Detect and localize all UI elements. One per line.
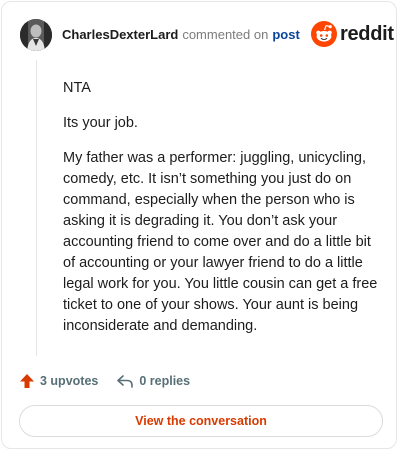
comment-paragraph: NTA — [63, 80, 91, 96]
comment-paragraph: My father was a performer: juggling, uni… — [63, 150, 378, 334]
user-avatar-icon — [20, 19, 52, 51]
upvotes-count: 3 upvotes — [40, 374, 99, 388]
replies-button[interactable]: 0 replies — [116, 373, 190, 389]
username-link[interactable]: CharlesDexterLard — [62, 27, 178, 42]
comment-actions: 3 upvotes 0 replies — [19, 371, 190, 391]
thread-line[interactable] — [36, 60, 37, 356]
comment-embed-card: CharlesDexterLard commented on post reddit… — [1, 1, 397, 449]
upvote-arrow-icon — [20, 374, 34, 388]
replies-count: 0 replies — [139, 374, 191, 388]
upvotes-button[interactable]: 3 upvotes — [19, 373, 98, 389]
reddit-wordmark: reddit — [340, 23, 394, 45]
view-conversation-button[interactable]: View the conversation — [19, 405, 383, 437]
reddit-snoo-icon — [311, 21, 337, 47]
comment-body: NTA Its your job. My father was a perfor… — [63, 78, 379, 351]
post-link[interactable]: post — [272, 27, 299, 42]
comment-header: CharlesDexterLard commented on post — [62, 27, 300, 43]
reply-arrow-icon — [117, 375, 134, 388]
comment-paragraph: Its your job. — [63, 115, 138, 131]
reddit-logo[interactable]: reddit — [311, 21, 394, 47]
avatar[interactable] — [20, 19, 52, 51]
commented-on-text: commented on — [182, 27, 269, 42]
